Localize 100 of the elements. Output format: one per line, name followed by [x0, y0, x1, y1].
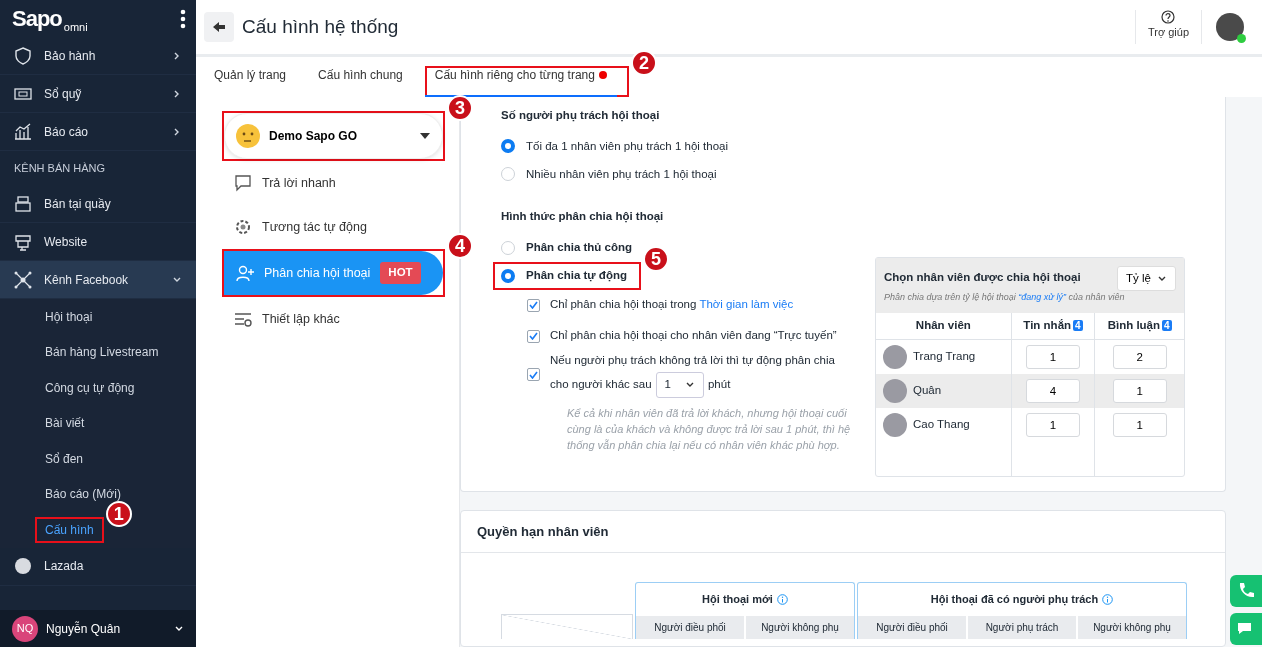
staff-name: Trang Trang	[913, 349, 976, 365]
user-menu[interactable]: NQ Nguyễn Quân	[0, 610, 196, 647]
callout-number: 2	[630, 50, 657, 76]
settings-menu-item[interactable]: Trả lời nhanh	[222, 161, 445, 205]
sliders-icon	[234, 310, 252, 328]
sidebar-subitem[interactable]: Công cụ tự động	[35, 374, 145, 401]
callout-number: 5	[642, 245, 669, 272]
radio-option[interactable]: Tối đa 1 nhân viên phụ trách 1 hội thoại	[501, 132, 729, 161]
info-icon	[776, 594, 788, 605]
check-icon	[529, 370, 538, 379]
sidebar-subitem[interactable]: Bán hàng Livestream	[35, 339, 169, 366]
tab[interactable]: Cấu hình chung	[308, 66, 413, 97]
panel-hint: Phân chia dựa trên tỷ lệ hội thoại “đang xử lý” của nhân viên	[884, 291, 1126, 305]
radio-button[interactable]	[501, 139, 515, 154]
column-header: Người điều phối	[636, 616, 744, 639]
phone-button[interactable]	[1230, 575, 1262, 607]
count-badge: 4	[1162, 320, 1172, 332]
column-header: Người không phụ	[746, 616, 854, 639]
sidebar-subitem[interactable]: Sổ đen	[35, 445, 94, 472]
online-dot	[1237, 34, 1246, 43]
profile-avatar[interactable]	[1216, 13, 1244, 41]
minutes-select[interactable]: 1	[655, 371, 704, 398]
back-arrow-icon	[212, 21, 226, 33]
settings-menu-item[interactable]: Thiết lập khác	[222, 297, 445, 341]
section-heading: KÊNH BÁN HÀNG	[13, 160, 107, 176]
settings-menu-item[interactable]: Phân chia hội thoại HOT	[224, 251, 443, 295]
checkbox[interactable]	[527, 329, 540, 343]
staff-name: Cao Thang	[913, 417, 970, 433]
sidebar-item[interactable]: Lazada	[0, 547, 196, 586]
number-field[interactable]: 2	[1112, 345, 1167, 369]
circle-logo-icon	[14, 557, 32, 575]
logo-subtitle: omni	[63, 19, 88, 35]
option-text: cho người khác sau	[550, 377, 652, 393]
option-text: Chỉ phân chia hội thoại cho nhân viên đang “Trực tuyến”	[550, 328, 837, 344]
sidebar-subitem[interactable]: Bài viết	[35, 410, 95, 437]
checkbox[interactable]	[527, 368, 540, 382]
logo: Sapo	[12, 5, 62, 33]
radio-button[interactable]	[501, 268, 515, 283]
column-header: Bình luận 4	[1094, 312, 1184, 340]
column-header: Người không phụ	[1078, 616, 1186, 639]
column-header: Người phụ trách	[968, 616, 1076, 639]
caret-down-icon	[420, 133, 430, 139]
back-button[interactable]	[204, 12, 234, 42]
sidebar-item[interactable]: Sổ quỹ	[0, 75, 196, 113]
page-select[interactable]: Demo Sapo GO	[224, 113, 443, 159]
sidebar-item[interactable]: Kênh Facebook	[0, 261, 196, 299]
check-icon	[529, 332, 538, 340]
user-add-icon	[236, 264, 254, 282]
column-header: Người điều phối	[858, 616, 966, 639]
bar-chart-icon	[14, 122, 32, 141]
avatar	[883, 412, 907, 437]
callout-number: 4	[447, 233, 473, 259]
hot-badge: HOT	[380, 262, 421, 284]
unit-label: phút	[707, 377, 731, 393]
card-title: Quyền hạn nhân viên	[461, 511, 1225, 553]
page-title: Cấu hình hệ thống	[242, 14, 400, 39]
store-icon	[14, 232, 32, 251]
number-field[interactable]: 1	[1112, 412, 1167, 437]
cash-register-icon	[14, 194, 32, 213]
help-icon	[1161, 10, 1176, 24]
radio-option[interactable]: Phân chia thủ công	[501, 233, 633, 262]
processing-link[interactable]: “đang xử lý”	[1018, 292, 1067, 303]
checkbox[interactable]	[527, 298, 540, 312]
section-label: Số người phụ trách hội thoại	[501, 108, 661, 124]
avatar	[883, 378, 907, 403]
thinking-emoji-icon	[235, 123, 261, 149]
callout-number: 3	[447, 95, 473, 121]
callout-number: 1	[105, 500, 132, 527]
count-badge: 4	[1073, 320, 1083, 332]
mode-select[interactable]: Tỷ lệ	[1117, 266, 1176, 292]
sidebar-subitem[interactable]: Hội thoại	[35, 303, 103, 330]
number-field[interactable]: 1	[1026, 412, 1080, 437]
chat-button[interactable]	[1230, 613, 1262, 645]
number-field[interactable]: 1	[1112, 378, 1167, 403]
option-text: Nếu người phụ trách không trả lời thì tự động phân chia	[550, 352, 835, 368]
group-title: Hội thoại đã có người phụ trách	[930, 592, 1099, 608]
section-label: Hình thức phân chia hội thoại	[501, 209, 665, 225]
avatar	[883, 345, 907, 369]
number-field[interactable]: 4	[1026, 378, 1080, 403]
more-menu-icon	[180, 8, 186, 29]
help-note: Kể cả khi nhân viên đã trả lời khách, nhưng hội thoại cuối cùng là của khách và không được trả lời sau 1 phút, thì hệ thống vẫn phân chia lại nếu có nhân viên khác phù hợp.	[566, 405, 852, 453]
tab[interactable]: Quản lý trang	[204, 66, 297, 97]
chat-bubble-icon	[234, 174, 252, 192]
sidebar-subitem[interactable]: Cấu hình	[35, 516, 104, 543]
check-icon	[529, 301, 538, 309]
help-button[interactable]: Trợ giúp	[1134, 10, 1202, 44]
column-header: Tin nhắn 4	[1011, 312, 1095, 340]
number-field[interactable]: 1	[1026, 345, 1080, 369]
radio-option[interactable]: Phân chia tự động	[493, 261, 641, 290]
staff-name: Quân	[913, 383, 942, 399]
working-hours-link[interactable]: Thời gian làm việc	[699, 298, 794, 311]
radio-option[interactable]: Nhiều nhân viên phụ trách 1 hội thoại	[501, 160, 717, 189]
settings-menu-item[interactable]: Tương tác tự động	[222, 205, 445, 249]
group-title: Hội thoại mới	[702, 592, 773, 608]
gear-icon	[234, 218, 252, 236]
column-header: Nhân viên	[876, 312, 1012, 340]
panel-title: Chọn nhân viên được chia hội thoại	[884, 270, 1082, 286]
shield-icon	[14, 46, 32, 65]
network-icon	[14, 270, 32, 289]
info-icon	[1102, 594, 1114, 605]
